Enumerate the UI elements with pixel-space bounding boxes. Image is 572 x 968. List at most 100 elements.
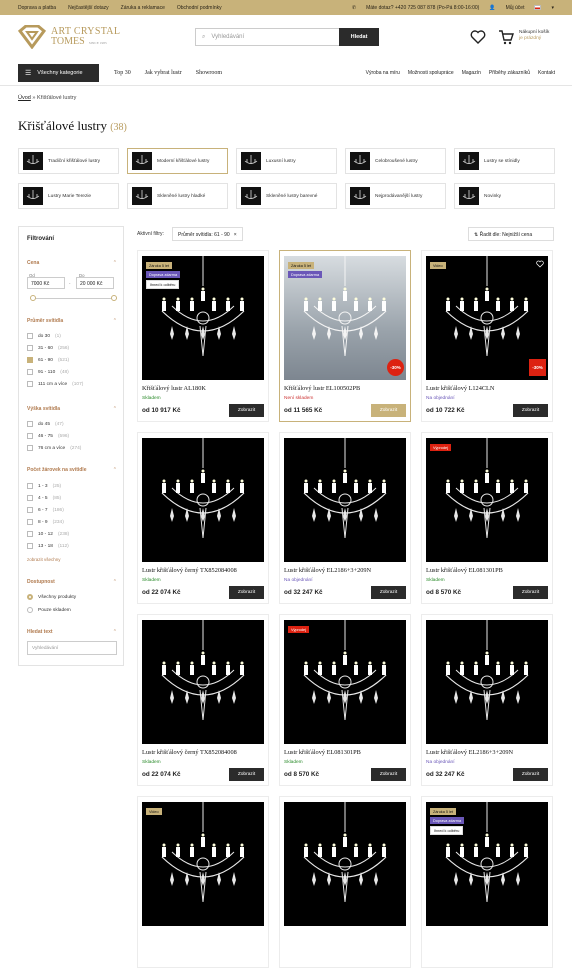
product-image[interactable] <box>142 438 264 562</box>
view-product-button[interactable]: Zobrazit <box>229 768 264 781</box>
product-card[interactable] <box>279 796 411 968</box>
filter-search-input[interactable]: Vyhledávání <box>27 641 117 655</box>
filter-checkbox-diameter[interactable]: 91 - 110 (48) <box>27 369 69 375</box>
product-name[interactable]: Křišťálový lustr EL100502PB <box>284 385 360 392</box>
view-product-button[interactable]: Zobrazit <box>371 404 406 417</box>
breadcrumb-home[interactable]: Úvod <box>18 95 31 101</box>
nav-how-to-choose[interactable]: Jak vybrat lustr <box>145 70 182 76</box>
checkbox[interactable] <box>27 333 33 339</box>
radio-all-products[interactable]: Všechny produkty <box>27 594 76 600</box>
heart-icon[interactable] <box>536 260 544 268</box>
checkbox[interactable] <box>27 483 33 489</box>
filter-height-label[interactable]: Výška svítidla <box>27 406 60 412</box>
topbar-link-faq[interactable]: Nejčastější dotazy <box>68 5 109 11</box>
chevron-up-icon[interactable]: ⌃ <box>113 406 117 412</box>
product-card[interactable]: Lustr křišťálový EL2186+3+209N Na objedná… <box>421 614 553 786</box>
filter-price-label[interactable]: Cena <box>27 260 39 266</box>
filter-diameter-label[interactable]: Průměr svítidla <box>27 318 63 324</box>
sort-select[interactable]: ⇅ Řadit dle: Nejnižší cena <box>468 227 554 241</box>
show-all-bulbs-link[interactable]: zobrazit všechny <box>27 557 61 562</box>
product-card[interactable]: Lustr křišťálový černý TX852084008 Sklade… <box>137 614 269 786</box>
view-product-button[interactable]: Zobrazit <box>371 586 406 599</box>
product-card[interactable]: Video <box>137 796 269 968</box>
product-image[interactable] <box>426 620 548 744</box>
product-name[interactable]: Křišťálový lustr AL180K <box>142 385 206 392</box>
topbar-phone[interactable]: Máte dotaz? +420 725 087 878 (Po-Pá 8:00… <box>366 5 479 11</box>
product-name[interactable]: Lustr křišťálový L124CLN <box>426 385 494 392</box>
filter-checkbox-diameter[interactable]: 61 - 90 (521) <box>27 357 69 363</box>
topbar-link-terms[interactable]: Obchodní podmínky <box>177 5 222 11</box>
nav-custom[interactable]: Výroba na míru <box>366 70 400 76</box>
radio-in-stock[interactable]: Pouze skladem <box>27 607 71 613</box>
product-image[interactable] <box>284 802 406 926</box>
product-card[interactable]: Záruka 5 let Doprava zdarma -30% Křišťálový… <box>279 250 411 422</box>
category-tile[interactable]: Tradiční křišťálové lustry <box>18 148 119 174</box>
filter-checkbox-diameter[interactable]: do 30 (1) <box>27 333 61 339</box>
product-image[interactable] <box>284 438 406 562</box>
chevron-up-icon[interactable]: ⌃ <box>113 260 117 266</box>
filter-text-label[interactable]: Hledat text <box>27 629 53 635</box>
filter-bulbs-label[interactable]: Počet žárovek na svítidle <box>27 467 86 473</box>
price-slider-min-handle[interactable] <box>30 295 36 301</box>
view-product-button[interactable]: Zobrazit <box>229 586 264 599</box>
product-name[interactable]: Lustr křišťálový černý TX852084008 <box>142 749 237 756</box>
flag-icon[interactable] <box>534 5 542 10</box>
view-product-button[interactable]: Zobrazit <box>371 768 406 781</box>
chevron-up-icon[interactable]: ⌃ <box>113 318 117 324</box>
product-card[interactable]: Záruka 5 let Doprava zdarma Ihned k odběru <box>421 796 553 968</box>
filter-checkbox-height[interactable]: do 45 (47) <box>27 421 64 427</box>
filter-checkbox-diameter[interactable]: 31 - 60 (256) <box>27 345 69 351</box>
product-card[interactable]: Lustr křišťálový EL2186+3+209N Na objedná… <box>279 432 411 604</box>
category-tile[interactable]: Lustry se stínidly <box>454 148 555 174</box>
product-image[interactable]: Záruka 5 let Doprava zdarma Ihned k odběru <box>142 256 264 380</box>
product-name[interactable]: Lustr křišťálový černý TX852084008 <box>142 567 237 574</box>
filter-checkbox-height[interactable]: 76 cm a více (274) <box>27 445 81 451</box>
checkbox[interactable] <box>27 507 33 513</box>
checkbox[interactable] <box>27 381 33 387</box>
checkbox[interactable] <box>27 357 33 363</box>
close-icon[interactable]: × <box>234 232 237 238</box>
filter-checkbox-bulbs[interactable]: 10 - 12 (238) <box>27 531 69 537</box>
price-from-input[interactable]: 7000 Kč <box>27 277 65 289</box>
category-tile[interactable]: Moderní křišťálové lustry <box>127 148 228 174</box>
checkbox[interactable] <box>27 519 33 525</box>
chevron-up-icon[interactable]: ⌃ <box>113 467 117 473</box>
nav-contact[interactable]: Kontakt <box>538 70 555 76</box>
checkbox[interactable] <box>27 495 33 501</box>
product-image[interactable]: Záruka 5 let Doprava zdarma -30% <box>284 256 406 380</box>
product-image[interactable]: Video -30% <box>426 256 548 380</box>
product-card[interactable]: Výprodej Lustr křišťálový EL081301PB Sklad… <box>279 614 411 786</box>
filter-availability-label[interactable]: Dostupnost <box>27 579 55 585</box>
cart-icon[interactable] <box>498 29 514 45</box>
filter-checkbox-diameter[interactable]: 111 cm a více (107) <box>27 381 83 387</box>
price-to-input[interactable]: 20 000 Kč <box>76 277 114 289</box>
view-product-button[interactable]: Zobrazit <box>513 586 548 599</box>
category-tile[interactable]: Luxusní lustry <box>236 148 337 174</box>
chevron-up-icon[interactable]: ⌃ <box>113 579 117 585</box>
logo[interactable]: ART CRYSTAL TOMES SINCE 1985 <box>18 25 120 49</box>
product-card[interactable]: Výprodej Lustr křišťálový EL081301PB Sklad… <box>421 432 553 604</box>
nav-top30[interactable]: Top 30 <box>114 70 131 76</box>
category-tile[interactable]: Skleněné lustry barevné <box>236 183 337 209</box>
active-filter-chip[interactable]: Průměr svítidla: 61 - 90 × <box>172 227 243 241</box>
price-slider-max-handle[interactable] <box>111 295 117 301</box>
heart-icon[interactable] <box>470 29 486 45</box>
view-product-button[interactable]: Zobrazit <box>229 404 264 417</box>
category-tile[interactable]: Novinky <box>454 183 555 209</box>
category-tile[interactable]: Nejprodávanější lustry <box>345 183 446 209</box>
filter-checkbox-bulbs[interactable]: 6 - 7 (186) <box>27 507 64 513</box>
product-card[interactable]: Lustr křišťálový černý TX852084008 Sklade… <box>137 432 269 604</box>
nav-showroom[interactable]: Showroom <box>196 70 222 76</box>
filter-checkbox-bulbs[interactable]: 13 - 18 (112) <box>27 543 69 549</box>
product-card[interactable]: Záruka 5 let Doprava zdarma Ihned k odběru… <box>137 250 269 422</box>
filter-checkbox-bulbs[interactable]: 4 - 5 (85) <box>27 495 61 501</box>
nav-stories[interactable]: Příběhy zákazníků <box>489 70 530 76</box>
product-image[interactable]: Výprodej <box>426 438 548 562</box>
product-name[interactable]: Lustr křišťálový EL081301PB <box>426 567 503 574</box>
search-button[interactable]: Hledat <box>339 28 379 46</box>
product-image[interactable]: Výprodej <box>284 620 406 744</box>
chevron-up-icon[interactable]: ⌃ <box>113 629 117 635</box>
checkbox[interactable] <box>27 445 33 451</box>
topbar-link-shipping[interactable]: Doprava a platba <box>18 5 56 11</box>
checkbox[interactable] <box>27 531 33 537</box>
